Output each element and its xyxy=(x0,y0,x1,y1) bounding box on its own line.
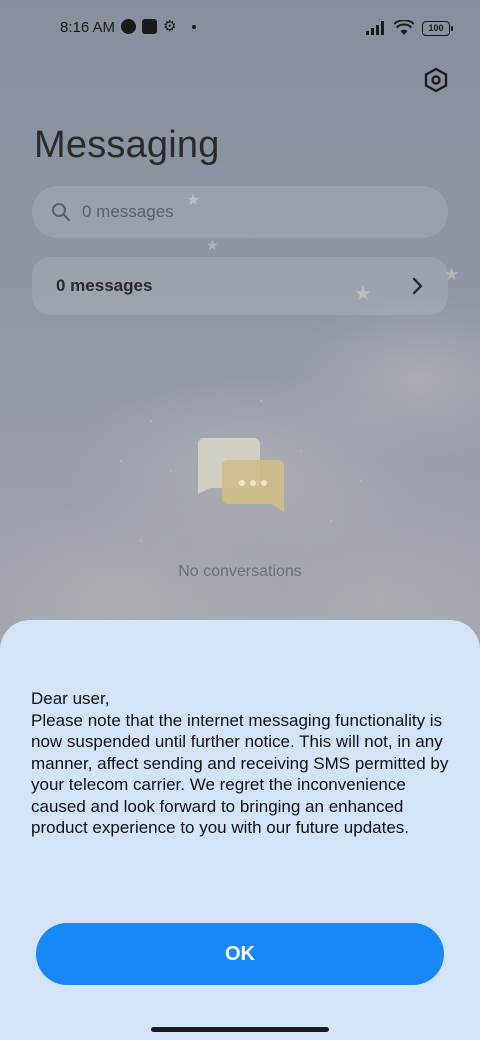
home-indicator[interactable] xyxy=(151,1027,329,1032)
search-bar[interactable]: 0 messages xyxy=(32,186,448,238)
page-title: Messaging xyxy=(34,124,220,166)
wifi-icon xyxy=(394,20,414,35)
system-icons: 100 xyxy=(366,20,453,36)
messages-row[interactable]: 0 messages xyxy=(32,257,448,315)
status-bar: 8:16 AM ⚙ 100 xyxy=(0,14,480,42)
messages-row-label: 0 messages xyxy=(56,276,153,295)
notification-icons: ⚙ xyxy=(121,18,197,35)
empty-state-text: No conversations xyxy=(178,563,302,580)
settings-notification-icon: ⚙ xyxy=(163,18,177,35)
screen: ★ ★ ★ ★ 8:16 AM ⚙ xyxy=(0,0,480,1040)
battery-icon: 100 xyxy=(422,20,453,36)
signal-icon xyxy=(366,21,384,35)
notification-app-icon xyxy=(121,19,136,34)
more-notifications-dot-icon xyxy=(192,24,197,29)
settings-hexagon-icon xyxy=(424,67,448,93)
ok-button[interactable]: OK xyxy=(36,923,444,985)
settings-button[interactable] xyxy=(420,64,452,96)
chat-bubbles-icon xyxy=(197,438,284,512)
chevron-right-icon xyxy=(412,277,424,295)
notification-square-icon xyxy=(142,19,157,34)
status-time: 8:16 AM xyxy=(60,19,116,36)
search-input[interactable]: 0 messages xyxy=(82,202,174,222)
notice-message: Dear user, Please note that the internet… xyxy=(31,689,449,837)
search-icon xyxy=(50,201,72,223)
